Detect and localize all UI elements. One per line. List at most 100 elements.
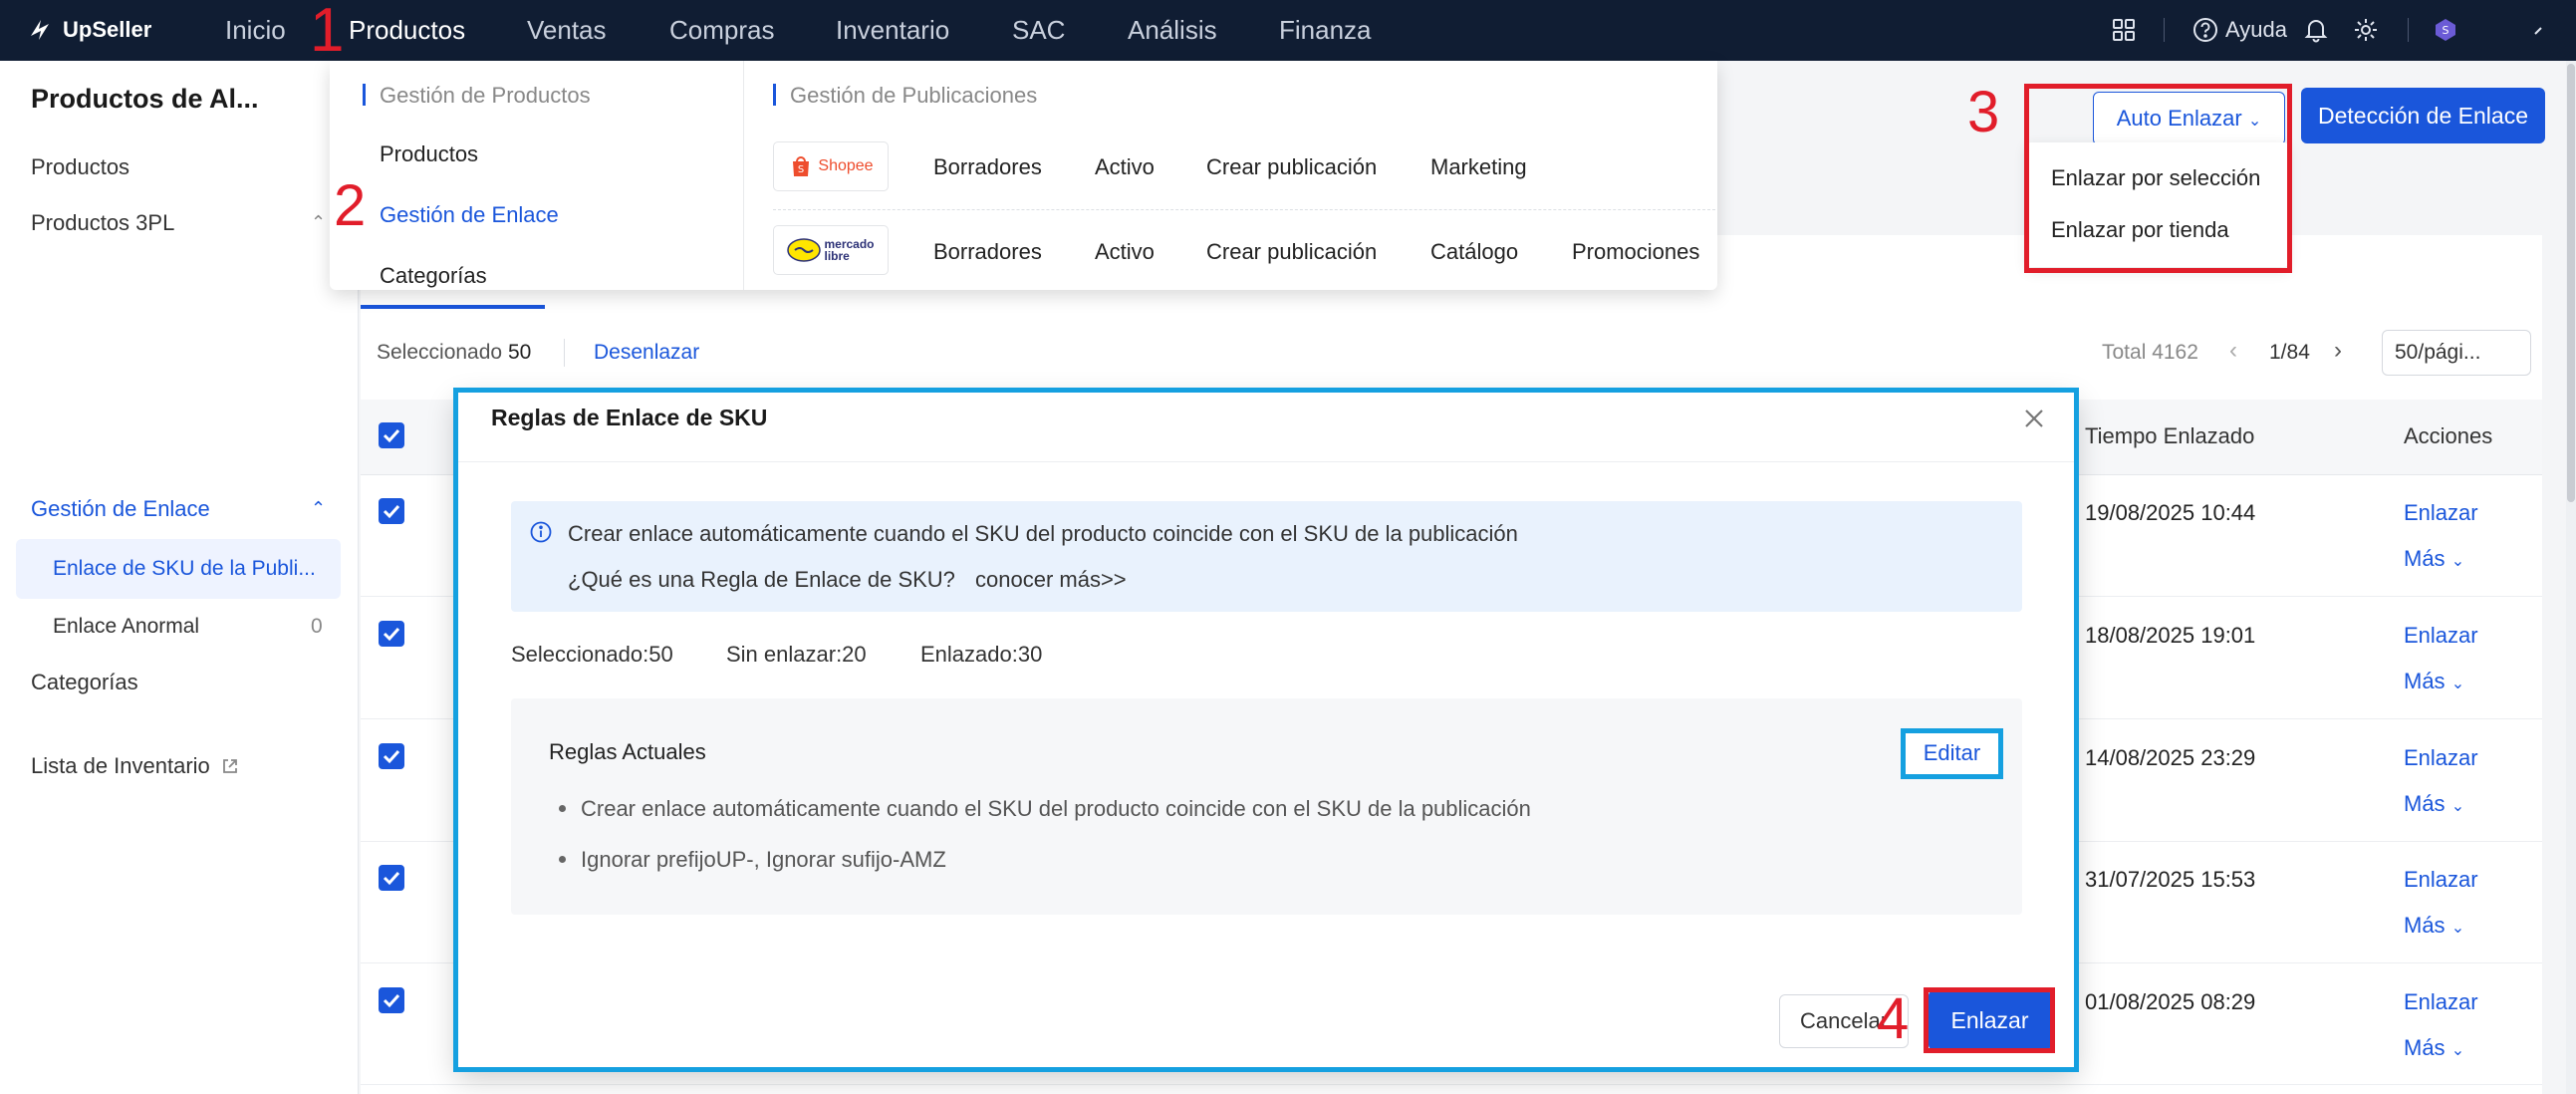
sidebar-item-categorias[interactable]: Categorías bbox=[31, 670, 138, 695]
row-more-button[interactable]: Más ⌄ bbox=[2404, 1035, 2464, 1061]
nav-productos[interactable]: Productos bbox=[349, 0, 465, 61]
row-checkbox[interactable] bbox=[379, 743, 404, 769]
shopee-active[interactable]: Activo bbox=[1095, 154, 1155, 180]
mercado-libre-handshake-icon bbox=[787, 238, 822, 262]
help-button[interactable]: Ayuda bbox=[2191, 14, 2287, 46]
shopee-drafts[interactable]: Borradores bbox=[933, 154, 1042, 180]
more-label: Más bbox=[2404, 669, 2446, 693]
highlight-box-edit bbox=[1901, 728, 2003, 779]
sidebar-item-inventory-list[interactable]: Lista de Inventario bbox=[31, 753, 240, 779]
chevron-up-icon[interactable]: ⌃ bbox=[311, 212, 326, 233]
topbar-divider bbox=[2164, 18, 2165, 42]
nav-finanza[interactable]: Finanza bbox=[1279, 0, 1372, 61]
topbar-divider-2 bbox=[2408, 18, 2409, 42]
sidebar-item-productos-3pl[interactable]: Productos 3PL bbox=[31, 210, 174, 236]
column-header-time: Tiempo Enlazado bbox=[2085, 423, 2255, 448]
select-all-checkbox[interactable] bbox=[379, 422, 404, 448]
user-menu-chevron-icon[interactable] bbox=[2525, 14, 2553, 46]
highlight-box-auto-link bbox=[2024, 84, 2292, 273]
sidebar-item-sku-link[interactable]: Enlace de SKU de la Publi... bbox=[16, 539, 341, 599]
menu-item-categorias[interactable]: Categorías bbox=[380, 263, 487, 289]
row-more-button[interactable]: Más ⌄ bbox=[2404, 791, 2464, 817]
toolbar-divider bbox=[564, 339, 565, 367]
chevron-up-icon[interactable]: ⌃ bbox=[311, 498, 326, 519]
mercado-libre-wordmark: mercado libre bbox=[824, 238, 874, 262]
row-link-button[interactable]: Enlazar bbox=[2404, 989, 2478, 1015]
row-checkbox[interactable] bbox=[379, 865, 404, 891]
next-page-icon[interactable]: › bbox=[2334, 337, 2342, 365]
shopee-logo: S Shopee bbox=[773, 141, 889, 191]
annotation-step-2: 2 bbox=[334, 173, 367, 238]
mercado-promotions[interactable]: Promociones bbox=[1572, 239, 1699, 265]
more-label: Más bbox=[2404, 1035, 2446, 1060]
row-more-button[interactable]: Más ⌄ bbox=[2404, 913, 2464, 939]
gear-icon[interactable] bbox=[2352, 14, 2380, 46]
shopee-bag-icon: S bbox=[793, 156, 810, 176]
page-scrollbar-thumb[interactable] bbox=[2567, 64, 2575, 502]
row-link-time: 01/08/2025 08:29 bbox=[2085, 989, 2256, 1014]
sidebar-item-abnormal-link[interactable]: Enlace Anormal bbox=[16, 597, 341, 657]
row-link-button[interactable]: Enlazar bbox=[2404, 623, 2478, 649]
sidebar-title: Productos de Al... bbox=[31, 84, 259, 114]
brand-name: UpSeller bbox=[63, 17, 152, 42]
page-indicator: 1/84 bbox=[2269, 341, 2310, 364]
more-label: Más bbox=[2404, 791, 2446, 816]
external-link-icon bbox=[222, 759, 237, 773]
mercado-libre-text-2: libre bbox=[824, 249, 850, 263]
svg-text:S: S bbox=[2443, 24, 2449, 37]
apps-grid-icon[interactable] bbox=[2110, 14, 2138, 46]
menu-section-listing-management: Gestión de Publicaciones bbox=[790, 83, 1038, 108]
row-checkbox[interactable] bbox=[379, 621, 404, 647]
mercado-create-listing[interactable]: Crear publicación bbox=[1206, 239, 1377, 265]
row-link-time: 19/08/2025 10:44 bbox=[2085, 500, 2256, 525]
premium-diamond-icon[interactable]: S bbox=[2432, 14, 2459, 46]
detect-link-button[interactable]: Detección de Enlace bbox=[2301, 88, 2545, 143]
column-header-actions: Acciones bbox=[2404, 423, 2493, 448]
upseller-logo-icon bbox=[31, 20, 49, 40]
menu-column-divider bbox=[743, 61, 744, 290]
shopee-create-listing[interactable]: Crear publicación bbox=[1206, 154, 1377, 180]
highlight-box-modal bbox=[453, 388, 2079, 1072]
active-tab-underline bbox=[361, 305, 545, 309]
row-divider bbox=[361, 1084, 2542, 1085]
row-checkbox[interactable] bbox=[379, 987, 404, 1013]
row-link-button[interactable]: Enlazar bbox=[2404, 867, 2478, 893]
nav-compras[interactable]: Compras bbox=[669, 0, 774, 61]
brand-logo[interactable]: UpSeller bbox=[27, 13, 151, 47]
total-count: Total 4162 bbox=[2102, 341, 2198, 364]
mercado-active[interactable]: Activo bbox=[1095, 239, 1155, 265]
row-link-time: 31/07/2025 15:53 bbox=[2085, 867, 2256, 892]
nav-ventas[interactable]: Ventas bbox=[527, 0, 607, 61]
menu-item-productos[interactable]: Productos bbox=[380, 141, 478, 167]
shopee-marketing[interactable]: Marketing bbox=[1430, 154, 1527, 180]
mercado-catalog[interactable]: Catálogo bbox=[1430, 239, 1518, 265]
bell-icon[interactable] bbox=[2302, 14, 2330, 46]
row-link-button[interactable]: Enlazar bbox=[2404, 745, 2478, 771]
nav-sac[interactable]: SAC bbox=[1012, 0, 1065, 61]
chevron-down-icon: ⌄ bbox=[2450, 553, 2465, 570]
nav-inicio[interactable]: Inicio bbox=[225, 0, 286, 61]
chevron-down-icon: ⌄ bbox=[2450, 1042, 2465, 1059]
help-circle-icon bbox=[2193, 18, 2217, 42]
unlink-button[interactable]: Desenlazar bbox=[594, 341, 699, 365]
row-more-button[interactable]: Más ⌄ bbox=[2404, 546, 2464, 572]
row-more-button[interactable]: Más ⌄ bbox=[2404, 669, 2464, 694]
prev-page-icon[interactable]: ‹ bbox=[2229, 337, 2237, 365]
mercado-libre-logo: mercado libre bbox=[773, 225, 889, 275]
menu-section-product-management: Gestión de Productos bbox=[380, 83, 591, 108]
sidebar-item-label: Lista de Inventario bbox=[31, 753, 210, 778]
sidebar-item-gestion-enlace[interactable]: Gestión de Enlace bbox=[31, 496, 210, 522]
abnormal-link-count: 0 bbox=[311, 615, 323, 638]
sidebar-item-productos[interactable]: Productos bbox=[31, 154, 129, 180]
page-size-select[interactable]: 50/pági... bbox=[2382, 330, 2531, 376]
row-checkbox[interactable] bbox=[379, 498, 404, 524]
menu-item-gestion-enlace[interactable]: Gestión de Enlace bbox=[380, 202, 559, 228]
chevron-down-icon: ⌄ bbox=[2450, 798, 2465, 815]
annotation-step-3: 3 bbox=[1967, 80, 2000, 144]
nav-inventario[interactable]: Inventario bbox=[836, 0, 949, 61]
row-link-button[interactable]: Enlazar bbox=[2404, 500, 2478, 526]
annotation-step-1: 1 bbox=[310, 0, 345, 65]
selected-label: Seleccionado bbox=[377, 341, 503, 364]
nav-analisis[interactable]: Análisis bbox=[1128, 0, 1217, 61]
mercado-drafts[interactable]: Borradores bbox=[933, 239, 1042, 265]
